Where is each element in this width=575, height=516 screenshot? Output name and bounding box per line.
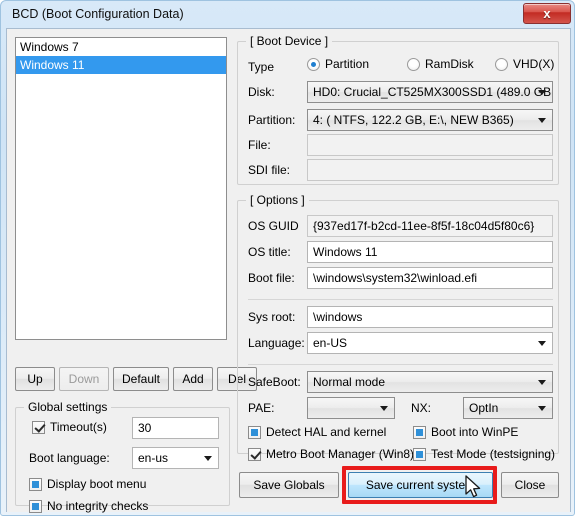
chevron-down-icon xyxy=(538,380,546,385)
boot-into-winpe-checkbox[interactable]: Boot into WinPE xyxy=(413,425,518,439)
no-integrity-checks-checkbox[interactable]: No integrity checks xyxy=(29,499,148,513)
disk-label: Disk: xyxy=(248,85,275,99)
title-bar: BCD (Boot Configuration Data) x xyxy=(1,1,574,28)
sys-root-input[interactable]: \windows xyxy=(307,306,553,328)
test-mode-checkbox[interactable]: Test Mode (testsigning) xyxy=(413,447,555,461)
boot-into-winpe-label: Boot into WinPE xyxy=(431,425,519,439)
save-globals-button[interactable]: Save Globals xyxy=(239,472,339,498)
set-default-button[interactable]: Default xyxy=(113,367,169,391)
chevron-down-icon xyxy=(204,456,212,461)
checkbox-icon[interactable] xyxy=(32,420,45,434)
detect-hal-label: Detect HAL and kernel xyxy=(266,425,387,439)
test-mode-label: Test Mode (testsigning) xyxy=(431,447,556,461)
window-title: BCD (Boot Configuration Data) xyxy=(12,7,184,21)
move-down-button: Down xyxy=(59,367,109,391)
partition-label: Partition: xyxy=(248,113,296,127)
type-partition-radio[interactable]: Partition xyxy=(307,57,369,71)
close-dialog-button[interactable]: Close xyxy=(501,472,559,498)
sdi-file-label: SDI file: xyxy=(248,163,291,177)
timeout-input[interactable]: 30 xyxy=(132,417,219,439)
boot-language-label: Boot language: xyxy=(29,451,110,465)
add-entry-button[interactable]: Add xyxy=(173,367,213,391)
nx-combo[interactable]: OptIn xyxy=(463,397,553,419)
disk-value: HD0: Crucial_CT525MX300SSD1 (489.0 GB, C… xyxy=(313,85,553,99)
list-item[interactable]: Windows 11 xyxy=(16,56,226,74)
checkbox-icon[interactable] xyxy=(413,425,426,439)
timeout-checkbox[interactable]: Timeout(s) xyxy=(32,420,107,434)
language-label: Language: xyxy=(248,336,305,350)
chevron-down-icon xyxy=(538,341,546,346)
chevron-down-icon xyxy=(538,406,546,411)
boot-file-input[interactable]: \windows\system32\winload.efi xyxy=(307,267,553,289)
boot-language-value: en-us xyxy=(138,451,169,465)
type-partition-label: Partition xyxy=(325,57,370,71)
nx-label: NX: xyxy=(411,401,432,415)
os-title-input[interactable]: Windows 11 xyxy=(307,241,553,263)
partition-value: 4: ( NTFS, 122.2 GB, E:\, NEW B365) xyxy=(313,113,514,127)
type-ramdisk-label: RamDisk xyxy=(425,57,474,71)
boot-device-type-label: Type xyxy=(248,60,275,74)
dialog-client-area: Windows 7 Windows 11 Up Down Default Add… xyxy=(6,28,571,513)
checkbox-icon[interactable] xyxy=(248,447,261,461)
timeout-label: Timeout(s) xyxy=(50,420,107,434)
checkbox-icon[interactable] xyxy=(248,425,261,439)
save-current-system-button[interactable]: Save current system xyxy=(348,472,493,498)
close-icon: x xyxy=(543,6,551,21)
display-boot-menu-label: Display boot menu xyxy=(47,477,147,491)
chevron-down-icon xyxy=(538,90,546,95)
type-vhdx-radio[interactable]: VHD(X) xyxy=(495,57,554,71)
display-boot-menu-checkbox[interactable]: Display boot menu xyxy=(29,477,146,491)
safeboot-label: SafeBoot: xyxy=(248,375,301,389)
radio-icon[interactable] xyxy=(307,57,320,71)
bcd-window: BCD (Boot Configuration Data) x Windows … xyxy=(0,0,575,516)
safeboot-value: Normal mode xyxy=(313,375,386,389)
type-vhdx-label: VHD(X) xyxy=(513,57,555,71)
radio-icon[interactable] xyxy=(495,57,508,71)
metro-boot-manager-checkbox[interactable]: Metro Boot Manager (Win8) xyxy=(248,447,414,461)
no-integrity-checks-label: No integrity checks xyxy=(47,499,149,513)
partition-combo[interactable]: 4: ( NTFS, 122.2 GB, E:\, NEW B365) xyxy=(307,109,553,131)
chevron-down-icon xyxy=(380,406,388,411)
chevron-down-icon xyxy=(538,118,546,123)
file-input[interactable] xyxy=(307,134,553,156)
window-close-button[interactable]: x xyxy=(523,3,571,24)
list-item[interactable]: Windows 7 xyxy=(16,38,226,56)
boot-language-combo[interactable]: en-us xyxy=(132,447,219,469)
checkbox-icon[interactable] xyxy=(29,477,42,491)
radio-icon[interactable] xyxy=(407,57,420,71)
boot-device-title: [ Boot Device ] xyxy=(246,34,333,48)
sdi-file-input[interactable] xyxy=(307,159,553,181)
move-up-button[interactable]: Up xyxy=(15,367,55,391)
checkbox-icon[interactable] xyxy=(29,499,42,513)
detect-hal-checkbox[interactable]: Detect HAL and kernel xyxy=(248,425,386,439)
language-value: en-US xyxy=(313,336,348,350)
os-guid-input[interactable]: {937ed17f-b2cd-11ee-8f5f-18c04d5f80c6} xyxy=(307,215,553,237)
options-title: [ Options ] xyxy=(246,193,309,207)
sys-root-label: Sys root: xyxy=(248,310,296,324)
safeboot-combo[interactable]: Normal mode xyxy=(307,371,553,393)
metro-boot-manager-label: Metro Boot Manager (Win8) xyxy=(266,447,415,461)
os-guid-label: OS GUID xyxy=(248,219,299,233)
pae-combo[interactable] xyxy=(307,397,395,419)
global-settings-title: Global settings xyxy=(24,400,112,414)
options-divider-1 xyxy=(248,299,553,300)
options-divider-2 xyxy=(248,364,553,365)
disk-combo[interactable]: HD0: Crucial_CT525MX300SSD1 (489.0 GB, C… xyxy=(307,81,553,103)
os-title-label: OS title: xyxy=(248,245,291,259)
checkbox-icon[interactable] xyxy=(413,447,426,461)
boot-file-label: Boot file: xyxy=(248,271,295,285)
nx-value: OptIn xyxy=(469,401,499,415)
language-combo[interactable]: en-US xyxy=(307,332,553,354)
pae-label: PAE: xyxy=(248,401,275,415)
type-ramdisk-radio[interactable]: RamDisk xyxy=(407,57,474,71)
file-label: File: xyxy=(248,138,271,152)
os-entries-listbox[interactable]: Windows 7 Windows 11 xyxy=(15,37,227,340)
